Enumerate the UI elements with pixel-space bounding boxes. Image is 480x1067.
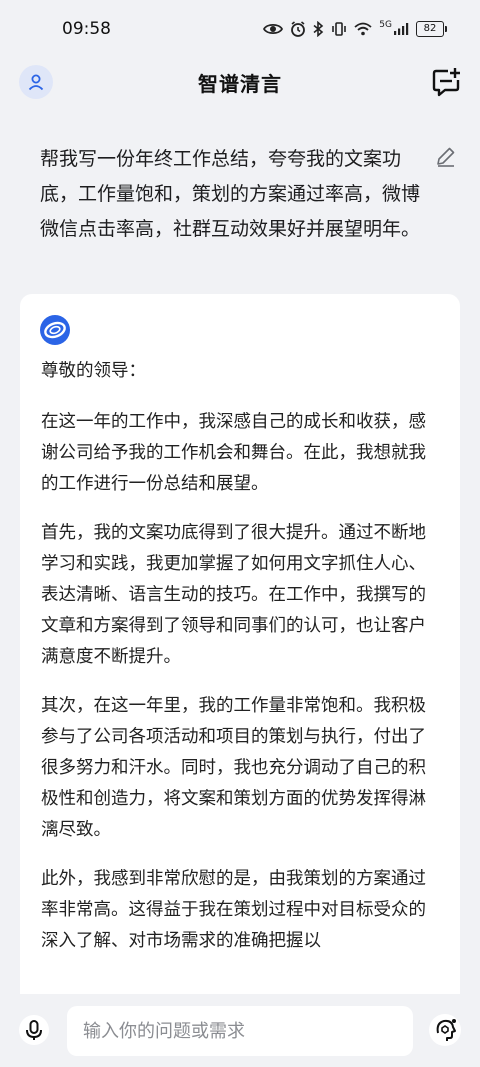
- bottom-input-bar: [0, 994, 480, 1067]
- answer-card: 尊敬的领导： 在这一年的工作中，我深感自己的成长和收获，感谢公司给予我的工作机会…: [20, 294, 460, 1054]
- edit-icon[interactable]: [434, 144, 458, 168]
- answer-paragraph: 在这一年的工作中，我深感自己的成长和收获，感谢公司给予我的工作机会和舞台。在此，…: [41, 412, 426, 494]
- bluetooth-icon: [313, 21, 324, 37]
- page-title: 智谱清言: [198, 71, 282, 96]
- status-icons: 5G 82: [263, 20, 447, 37]
- agent-icon[interactable]: [428, 1013, 462, 1047]
- wifi-icon: [354, 22, 372, 36]
- network-type-label: 5G: [379, 20, 392, 30]
- question-input[interactable]: [67, 1006, 413, 1056]
- app-header: 智谱清言: [0, 58, 480, 106]
- profile-button[interactable]: [19, 65, 53, 99]
- status-time: 09:58: [62, 19, 111, 39]
- signal-icon: [394, 23, 409, 35]
- user-icon: [28, 74, 44, 91]
- battery-indicator: 82: [416, 21, 447, 37]
- new-chat-icon[interactable]: [430, 66, 462, 98]
- vibrate-icon: [332, 22, 347, 36]
- user-query-text: 帮我写一份年终工作总结，夸夸我的文案功底，工作量饱和，策划的方案通过率高，微博微…: [40, 148, 421, 240]
- answer-paragraph: 首先，我的文案功底得到了很大提升。通过不断地学习和实践，我更加掌握了如何用文字抓…: [41, 523, 426, 667]
- answer-greeting: 尊敬的领导：: [41, 361, 146, 381]
- answer-paragraph: 其次，在这一年里，我的工作量非常饱和。我积极参与了公司各项活动和项目的策划与执行…: [41, 696, 426, 840]
- answer-body: 尊敬的领导： 在这一年的工作中，我深感自己的成长和收获，感谢公司给予我的工作机会…: [41, 356, 441, 975]
- answer-paragraph: 此外，我感到非常欣慰的是，由我策划的方案通过率非常高。这得益于我在策划过程中对目…: [41, 869, 426, 951]
- zhipu-logo-icon: [40, 315, 70, 345]
- alarm-icon: [291, 21, 306, 37]
- eye-icon: [263, 23, 284, 35]
- microphone-icon[interactable]: [18, 1014, 50, 1046]
- status-bar: 09:58 5G 82: [0, 0, 480, 58]
